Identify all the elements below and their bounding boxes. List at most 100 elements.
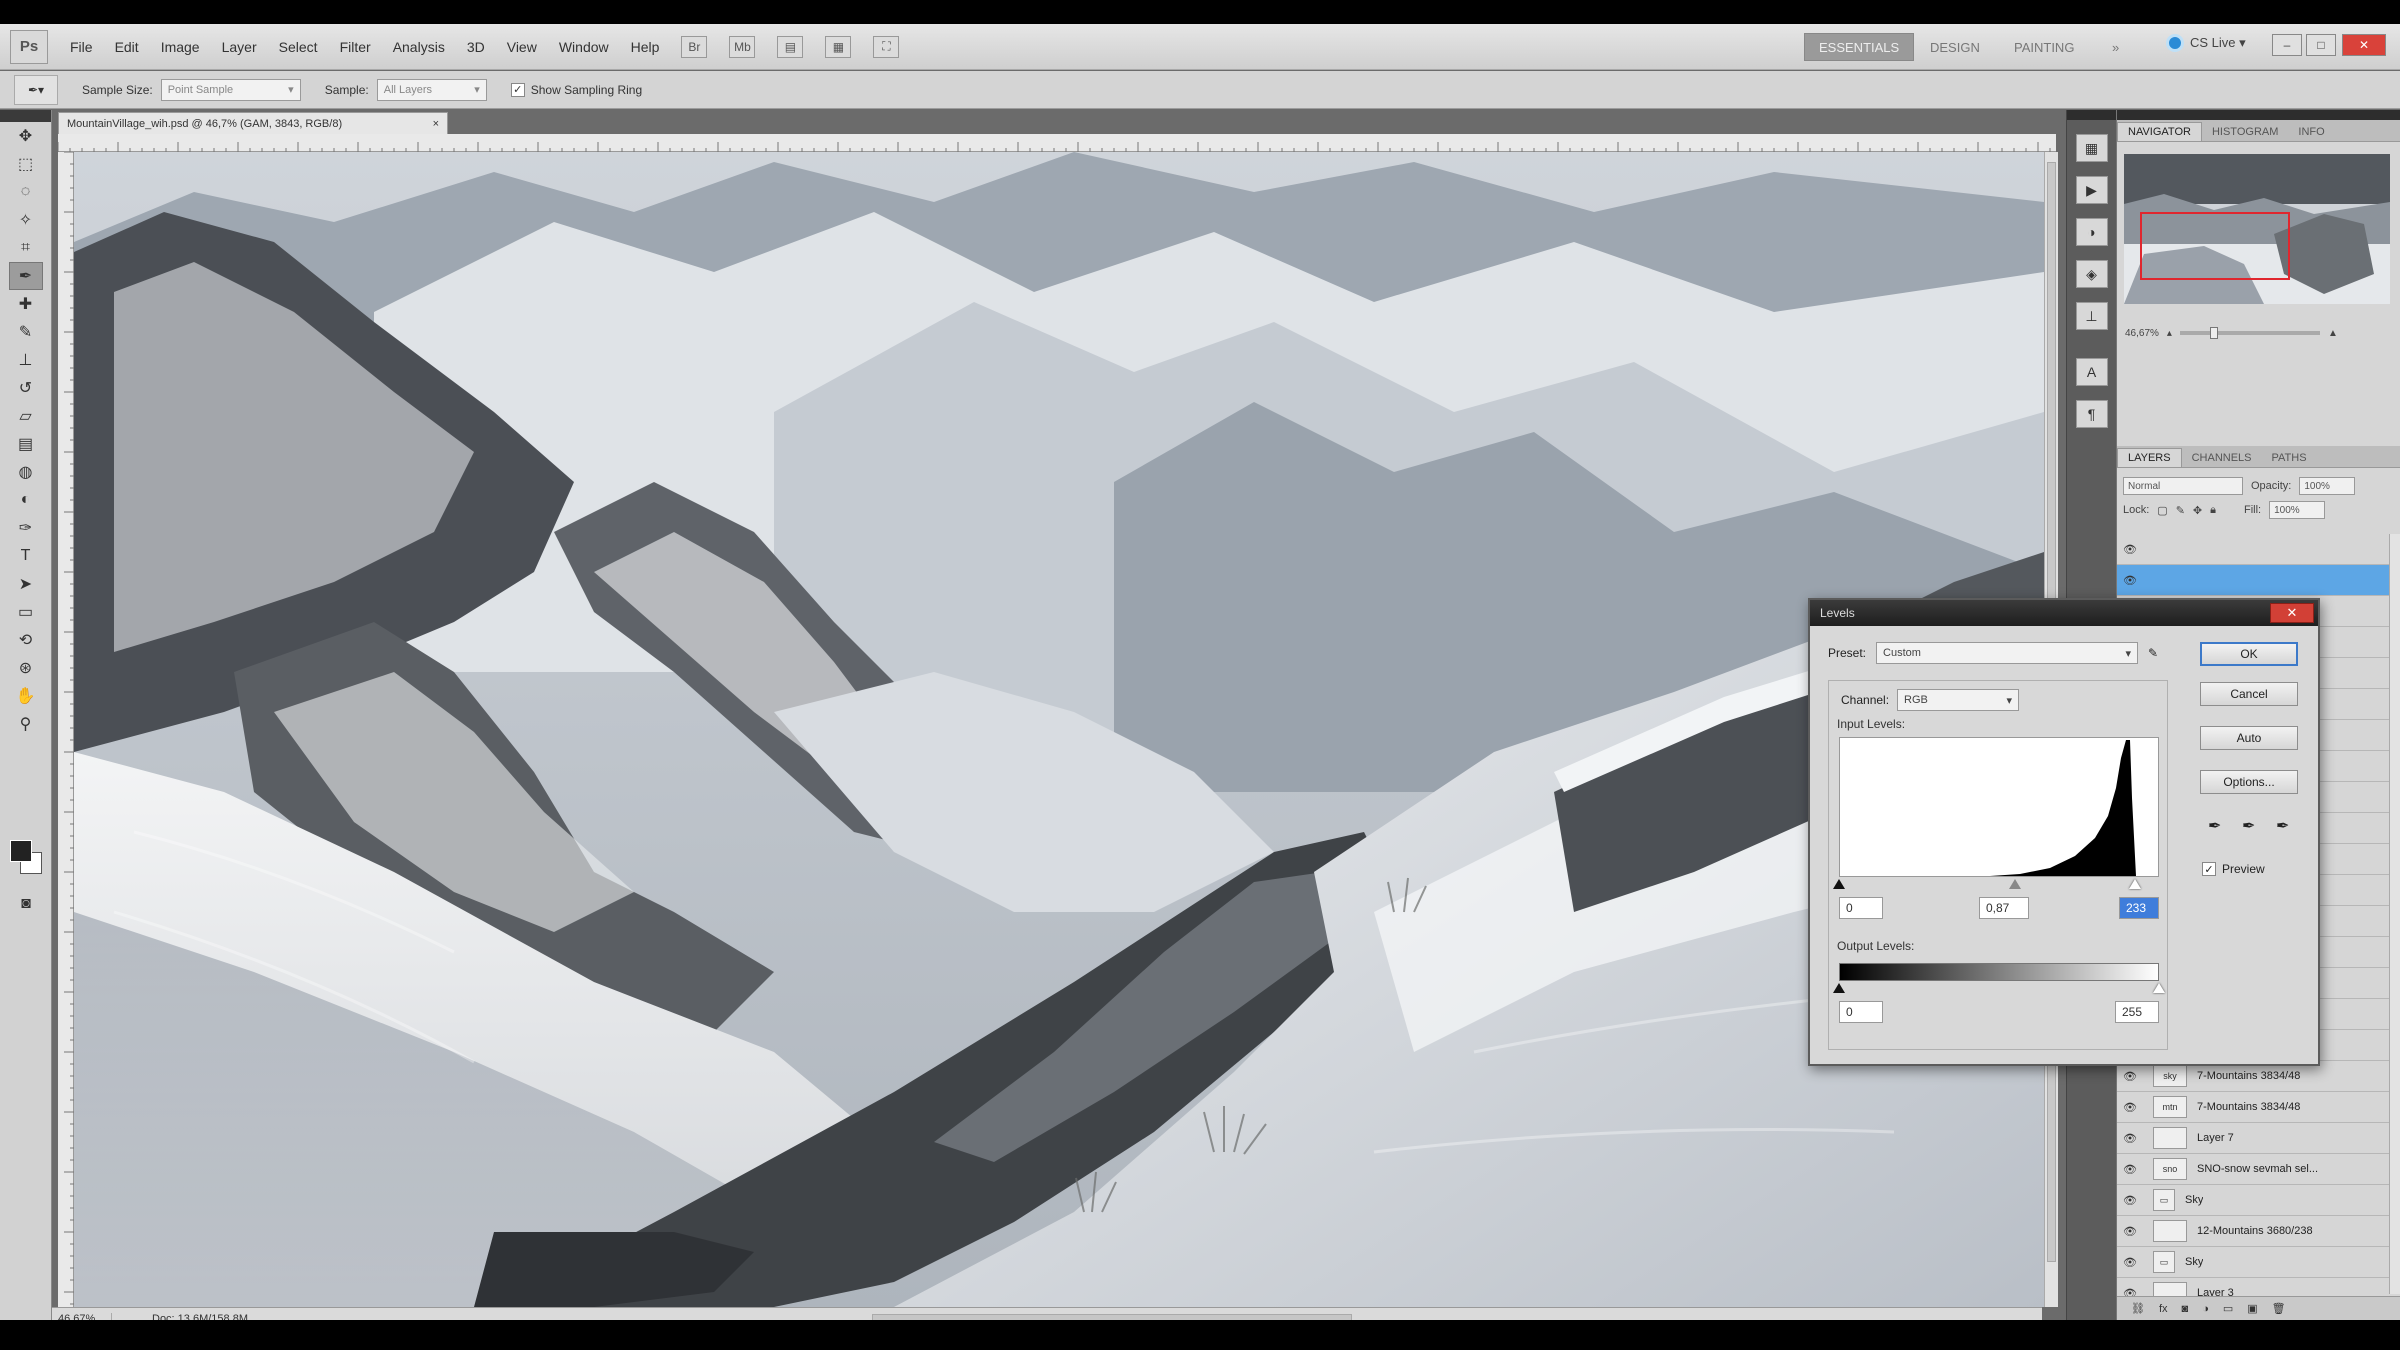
output-black-field[interactable]: 0 bbox=[1839, 1001, 1883, 1023]
close-window-button[interactable]: ✕ bbox=[2342, 34, 2386, 56]
adjustments-panel-icon[interactable]: ◑ bbox=[2075, 218, 2108, 246]
tab-paths[interactable]: PATHS bbox=[2262, 449, 2317, 467]
vertical-ruler[interactable] bbox=[58, 151, 74, 1320]
screen-mode-icon[interactable]: ⛶ bbox=[873, 35, 900, 58]
launch-bridge-icon[interactable]: Br bbox=[681, 35, 708, 58]
clone-source-panel-icon[interactable]: ⊥ bbox=[2075, 302, 2108, 330]
blur-tool-icon[interactable]: ◍ bbox=[9, 458, 43, 486]
new-layer-icon[interactable]: ▣ bbox=[2247, 1302, 2257, 1315]
navigator-zoom-knob[interactable] bbox=[2209, 327, 2218, 339]
menu-edit[interactable]: Edit bbox=[115, 39, 139, 55]
menu-window[interactable]: Window bbox=[559, 39, 609, 55]
lock-pixels-icon[interactable]: ✎ bbox=[2176, 504, 2185, 517]
mask-icon[interactable]: ◙ bbox=[2182, 1303, 2189, 1315]
layer-row[interactable]: 👁︎ 12-Mountains 3680/238 bbox=[2117, 1216, 2400, 1247]
history-panel-icon[interactable]: ▦ bbox=[2075, 134, 2108, 162]
eye-icon[interactable]: 👁︎ bbox=[2117, 574, 2143, 587]
mini-bridge-icon[interactable]: Mb bbox=[729, 35, 756, 58]
levels-close-button[interactable]: ✕ bbox=[2270, 603, 2314, 623]
marquee-tool-icon[interactable]: ⬚ bbox=[9, 150, 43, 178]
input-gamma-field[interactable]: 0,87 bbox=[1979, 897, 2029, 919]
3d-orbit-tool-icon[interactable]: ⊛ bbox=[9, 654, 43, 682]
document-canvas[interactable] bbox=[74, 152, 2044, 1307]
adjustment-icon[interactable]: ◑ bbox=[2202, 1303, 2209, 1315]
tab-channels[interactable]: CHANNELS bbox=[2182, 449, 2262, 467]
opacity-input[interactable]: 100% bbox=[2299, 477, 2356, 495]
navigator-preview[interactable] bbox=[2124, 154, 2392, 304]
eye-icon[interactable]: 👁︎ bbox=[2117, 1132, 2143, 1145]
layers-scrollbar[interactable] bbox=[2389, 534, 2400, 1294]
eye-icon[interactable]: 👁︎ bbox=[2117, 1163, 2143, 1176]
menu-file[interactable]: File bbox=[70, 39, 93, 55]
zoom-in-icon[interactable]: ▲ bbox=[2328, 328, 2338, 339]
type-tool-icon[interactable]: T bbox=[9, 542, 43, 570]
navigator-zoom-slider[interactable] bbox=[2179, 327, 2320, 339]
document-tab[interactable]: MountainVillage_wih.psd @ 46,7% (GAM, 38… bbox=[58, 112, 448, 134]
eye-icon[interactable]: 👁︎ bbox=[2117, 1070, 2143, 1083]
layer-name[interactable]: 7-Mountains 3834/48 bbox=[2197, 1101, 2300, 1113]
layer-name[interactable]: Layer 7 bbox=[2197, 1132, 2234, 1144]
output-white-handle[interactable] bbox=[2153, 983, 2165, 993]
layer-row[interactable]: 👁︎ bbox=[2117, 534, 2400, 565]
show-sampling-ring-checkbox[interactable]: ✓ bbox=[510, 82, 525, 97]
view-extras-icon[interactable]: ▤ bbox=[777, 35, 804, 58]
layer-name[interactable]: 12-Mountains 3680/238 bbox=[2197, 1225, 2313, 1237]
cs-live[interactable]: CS Live ▾ bbox=[2166, 34, 2246, 52]
minimize-button[interactable]: – bbox=[2272, 34, 2302, 56]
output-white-field[interactable]: 255 bbox=[2115, 1001, 2159, 1023]
output-levels-slider[interactable] bbox=[1833, 983, 2165, 993]
crop-tool-icon[interactable]: ⌗ bbox=[9, 234, 43, 262]
workspace-design[interactable]: DESIGN bbox=[1916, 33, 1994, 61]
workspace-painting[interactable]: PAINTING bbox=[2000, 33, 2088, 61]
horizontal-ruler[interactable] bbox=[57, 134, 2056, 152]
menu-analysis[interactable]: Analysis bbox=[393, 39, 445, 55]
input-white-field[interactable]: 233 bbox=[2119, 897, 2159, 919]
navigator-view-box[interactable] bbox=[2140, 212, 2290, 280]
styles-panel-icon[interactable]: ◈ bbox=[2075, 260, 2108, 288]
tools-panel-header[interactable] bbox=[0, 110, 51, 122]
menu-3d[interactable]: 3D bbox=[467, 39, 485, 55]
input-gamma-handle[interactable] bbox=[2009, 879, 2021, 889]
dock-header[interactable] bbox=[2067, 110, 2116, 120]
layer-name[interactable]: Sky bbox=[2185, 1256, 2203, 1268]
group-icon[interactable]: ▭ bbox=[2223, 1302, 2233, 1315]
output-black-handle[interactable] bbox=[1833, 983, 1845, 993]
preset-select[interactable]: Custom ▾ bbox=[1876, 642, 2139, 664]
zoom-tool-icon[interactable]: ⚲ bbox=[9, 710, 43, 738]
channel-select[interactable]: RGB ▾ bbox=[1897, 689, 2020, 711]
workspace-more[interactable]: » bbox=[2098, 33, 2133, 61]
white-point-eyedropper-icon[interactable]: ✒ bbox=[2276, 816, 2289, 836]
input-white-handle[interactable] bbox=[2129, 879, 2141, 889]
maximize-button[interactable]: □ bbox=[2306, 34, 2336, 56]
3d-rotate-tool-icon[interactable]: ⟲ bbox=[9, 626, 43, 654]
input-levels-slider[interactable] bbox=[1833, 879, 2159, 889]
navigator-zoom-value[interactable]: 46,67% bbox=[2125, 328, 2159, 339]
eye-icon[interactable]: 👁︎ bbox=[2117, 1225, 2143, 1238]
zoom-out-icon[interactable]: ▴ bbox=[2167, 328, 2172, 339]
history-brush-tool-icon[interactable]: ↺ bbox=[9, 374, 43, 402]
menu-view[interactable]: View bbox=[507, 39, 537, 55]
menu-help[interactable]: Help bbox=[631, 39, 660, 55]
hand-tool-icon[interactable]: ✋ bbox=[9, 682, 43, 710]
preset-options-icon[interactable]: ✎ bbox=[2148, 646, 2158, 660]
tab-navigator[interactable]: NAVIGATOR bbox=[2117, 122, 2202, 141]
arrange-documents-icon[interactable]: ▦ bbox=[825, 35, 852, 58]
quick-mask-icon[interactable]: ◙ bbox=[9, 890, 43, 918]
layer-group-row[interactable]: 👁︎ ▭ Sky bbox=[2117, 1247, 2400, 1278]
link-icon[interactable]: ⛓ bbox=[2131, 1302, 2145, 1315]
menu-image[interactable]: Image bbox=[161, 39, 200, 55]
brush-tool-icon[interactable]: ✎ bbox=[9, 318, 43, 346]
lock-position-icon[interactable]: ✥ bbox=[2193, 504, 2202, 517]
blend-mode-select[interactable]: Normal bbox=[2123, 477, 2243, 495]
layer-name[interactable]: Sky bbox=[2185, 1194, 2203, 1206]
shape-tool-icon[interactable]: ▭ bbox=[9, 598, 43, 626]
levels-dialog-titlebar[interactable]: Levels bbox=[1810, 600, 2318, 626]
gray-point-eyedropper-icon[interactable]: ✒ bbox=[2242, 816, 2255, 836]
lasso-tool-icon[interactable]: ◌ bbox=[9, 178, 43, 206]
eye-icon[interactable]: 👁︎ bbox=[2117, 1101, 2143, 1114]
tab-histogram[interactable]: HISTOGRAM bbox=[2202, 123, 2288, 141]
layer-row-selected[interactable]: 👁︎ bbox=[2117, 565, 2400, 596]
move-tool-icon[interactable]: ✥ bbox=[9, 122, 43, 150]
auto-button[interactable]: Auto bbox=[2200, 726, 2298, 750]
eye-icon[interactable]: 👁︎ bbox=[2117, 1256, 2143, 1269]
